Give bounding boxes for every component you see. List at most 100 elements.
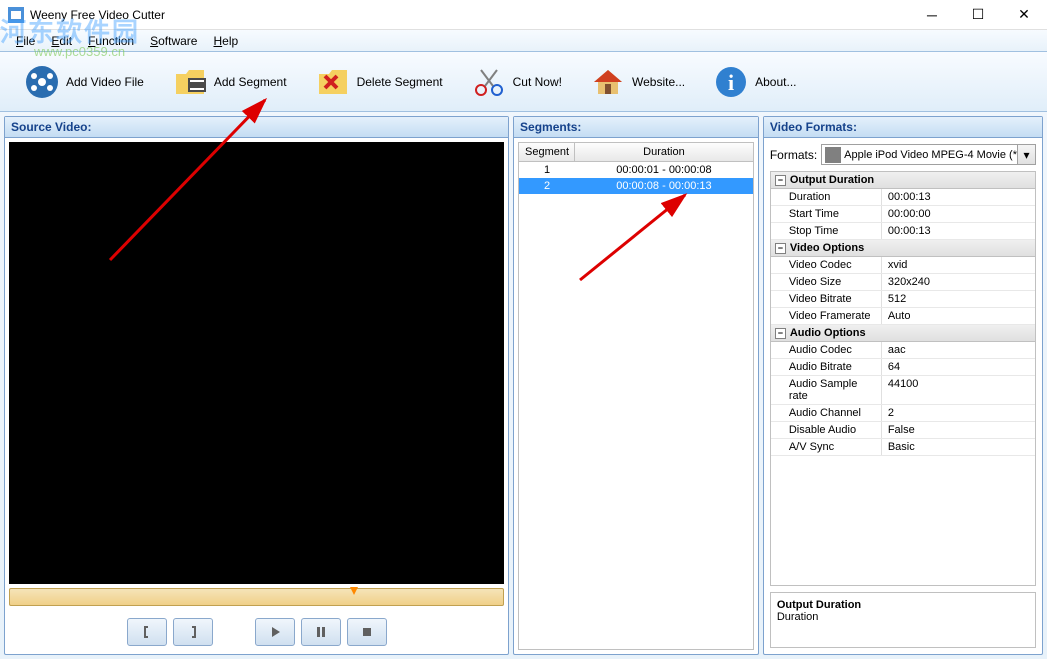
property-value: 64	[881, 359, 1035, 375]
property-value: Auto	[881, 308, 1035, 324]
bracket-start-button[interactable]	[127, 618, 167, 646]
duration-col-header[interactable]: Duration	[575, 143, 753, 161]
property-row[interactable]: A/V SyncBasic	[771, 439, 1035, 456]
menubar: File Edit Function Software Help	[0, 30, 1047, 52]
formats-selected: Apple iPod Video MPEG-4 Movie (*	[844, 149, 1017, 161]
segments-panel-header: Segments:	[514, 117, 758, 138]
timeline[interactable]	[9, 588, 504, 606]
svg-text:i: i	[728, 70, 734, 95]
property-value: 44100	[881, 376, 1035, 404]
output-title: Output Duration	[777, 599, 1029, 611]
property-group-title: Output Duration	[790, 174, 874, 186]
minimize-button[interactable]: ─	[909, 0, 955, 30]
source-video-panel: Source Video:	[4, 116, 509, 655]
property-row[interactable]: Disable AudioFalse	[771, 422, 1035, 439]
collapse-icon: −	[775, 175, 786, 186]
delete-segment-button[interactable]: Delete Segment	[301, 60, 457, 104]
property-key: Duration	[771, 189, 881, 205]
property-group-header[interactable]: −Audio Options	[771, 325, 1035, 342]
property-group-header[interactable]: −Video Options	[771, 240, 1035, 257]
output-info: Output Duration Duration	[770, 592, 1036, 648]
property-key: Video Size	[771, 274, 881, 290]
property-row[interactable]: Audio Codecaac	[771, 342, 1035, 359]
property-row[interactable]: Audio Bitrate64	[771, 359, 1035, 376]
video-controls	[5, 610, 508, 654]
property-row[interactable]: Duration00:00:13	[771, 189, 1035, 206]
property-row[interactable]: Stop Time00:00:13	[771, 223, 1035, 240]
property-row[interactable]: Audio Sample rate44100	[771, 376, 1035, 405]
menu-edit[interactable]: Edit	[43, 32, 80, 50]
source-panel-header: Source Video:	[5, 117, 508, 138]
menu-help[interactable]: Help	[205, 32, 246, 50]
property-key: Audio Sample rate	[771, 376, 881, 404]
add-segment-label: Add Segment	[214, 75, 287, 89]
home-icon	[590, 64, 626, 100]
duration-cell: 00:00:01 - 00:00:08	[575, 162, 753, 178]
property-key: Start Time	[771, 206, 881, 222]
property-value: aac	[881, 342, 1035, 358]
table-row[interactable]: 200:00:08 - 00:00:13	[519, 178, 753, 194]
format-preset-icon	[825, 147, 841, 163]
bracket-end-button[interactable]	[173, 618, 213, 646]
property-value: 2	[881, 405, 1035, 421]
property-key: Disable Audio	[771, 422, 881, 438]
property-group-header[interactable]: −Output Duration	[771, 172, 1035, 189]
maximize-button[interactable]: ☐	[955, 0, 1001, 30]
property-key: Video Codec	[771, 257, 881, 273]
property-value: 320x240	[881, 274, 1035, 290]
menu-software[interactable]: Software	[142, 32, 205, 50]
property-row[interactable]: Audio Channel2	[771, 405, 1035, 422]
output-text: Duration	[777, 611, 1029, 623]
property-row[interactable]: Video Codecxvid	[771, 257, 1035, 274]
property-key: Audio Codec	[771, 342, 881, 358]
property-value: False	[881, 422, 1035, 438]
property-row[interactable]: Start Time00:00:00	[771, 206, 1035, 223]
film-reel-icon	[24, 64, 60, 100]
segments-table: Segment Duration 100:00:01 - 00:00:08200…	[518, 142, 754, 650]
add-segment-button[interactable]: Add Segment	[158, 60, 301, 104]
property-value: xvid	[881, 257, 1035, 273]
main-area: Source Video: Segments: Segment Duration	[0, 112, 1047, 659]
window-title: Weeny Free Video Cutter	[30, 8, 909, 22]
formats-dropdown[interactable]: Apple iPod Video MPEG-4 Movie (* ▾	[821, 144, 1036, 165]
close-button[interactable]: ✕	[1001, 0, 1047, 30]
cut-now-label: Cut Now!	[513, 75, 562, 89]
menu-function[interactable]: Function	[80, 32, 142, 50]
add-video-button[interactable]: Add Video File	[10, 60, 158, 104]
property-group-title: Audio Options	[790, 327, 866, 339]
segment-cell: 2	[519, 178, 575, 194]
chevron-down-icon: ▾	[1017, 145, 1035, 164]
pause-button[interactable]	[301, 618, 341, 646]
property-value: 512	[881, 291, 1035, 307]
property-value: 00:00:00	[881, 206, 1035, 222]
table-row[interactable]: 100:00:01 - 00:00:08	[519, 162, 753, 178]
window-controls: ─ ☐ ✕	[909, 0, 1047, 30]
about-label: About...	[755, 75, 796, 89]
stop-button[interactable]	[347, 618, 387, 646]
about-button[interactable]: i About...	[699, 60, 810, 104]
menu-file[interactable]: File	[8, 32, 43, 50]
formats-label: Formats:	[770, 148, 817, 162]
properties-grid: −Output DurationDuration00:00:13Start Ti…	[770, 171, 1036, 586]
toolbar: Add Video File Add Segment Delete Segmen…	[0, 52, 1047, 112]
segment-col-header[interactable]: Segment	[519, 143, 575, 161]
duration-cell: 00:00:08 - 00:00:13	[575, 178, 753, 194]
play-button[interactable]	[255, 618, 295, 646]
scissors-icon	[471, 64, 507, 100]
property-value: 00:00:13	[881, 223, 1035, 239]
website-button[interactable]: Website...	[576, 60, 699, 104]
property-row[interactable]: Video Bitrate512	[771, 291, 1035, 308]
cut-now-button[interactable]: Cut Now!	[457, 60, 576, 104]
add-video-label: Add Video File	[66, 75, 144, 89]
formats-panel-header: Video Formats:	[764, 117, 1042, 138]
segment-cell: 1	[519, 162, 575, 178]
property-row[interactable]: Video FramerateAuto	[771, 308, 1035, 325]
info-icon: i	[713, 64, 749, 100]
app-icon	[8, 7, 24, 23]
video-preview[interactable]	[9, 142, 504, 584]
collapse-icon: −	[775, 243, 786, 254]
property-row[interactable]: Video Size320x240	[771, 274, 1035, 291]
video-formats-panel: Video Formats: Formats: Apple iPod Video…	[763, 116, 1043, 655]
property-key: Video Framerate	[771, 308, 881, 324]
segments-panel: Segments: Segment Duration 100:00:01 - 0…	[513, 116, 759, 655]
